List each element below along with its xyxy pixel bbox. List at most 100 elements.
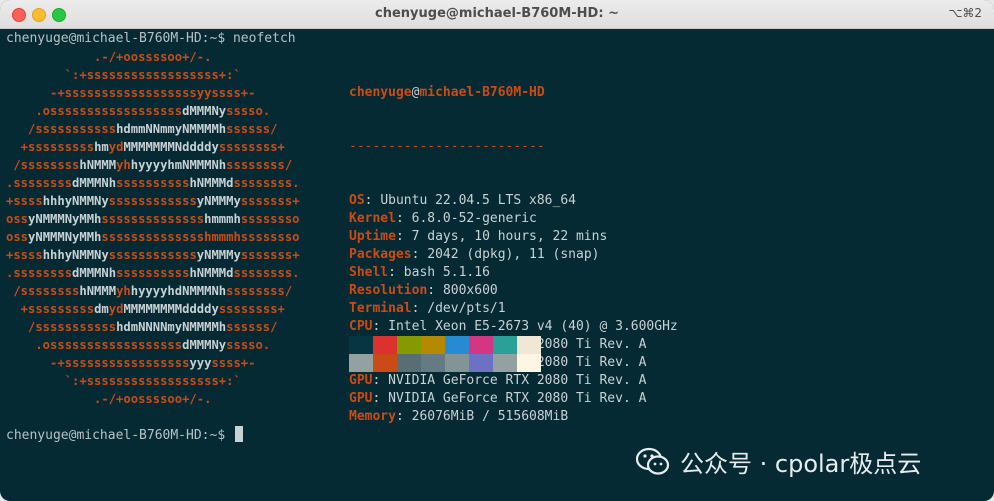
color-swatch [469,354,493,372]
info-row: Memory: 26076MiB / 515608MiB [349,408,678,426]
logo-segment: /sssssssssss [6,122,117,136]
logo-segment: /ssssssss [6,158,80,172]
logo-segment: +ssss [6,194,43,208]
logo-segment: +sssssssss [6,140,95,154]
wechat-icon [636,447,670,475]
logo-segment: ssssssssssss [108,194,197,208]
info-row: GPU: NVIDIA GeForce RTX 2080 Ti Rev. A [349,372,678,390]
terminal-active-line[interactable]: chenyuge@michael-B760M-HD:~$ [6,426,243,445]
logo-segment: sssssss+ [240,194,300,208]
logo-segment: -+sssssssssssssssss [6,356,190,370]
info-row: Terminal: /dev/pts/1 [349,300,678,318]
logo-segment: /sssssssssss [6,320,117,334]
logo-segment: ssssssss. [233,176,300,190]
system-info: chenyuge@michael-B760M-HD --------------… [349,48,678,462]
logo-segment: ssssssss+ [218,302,285,316]
color-swatch [421,354,445,372]
logo-segment: hdmNNNNmyNMMMMh [116,320,227,334]
logo-segment: ssssssss. [233,266,300,280]
logo-line: `:+ssssssssssssssssss+:` [6,66,300,84]
color-swatch [397,336,421,354]
logo-segment: ssssssss+ [218,140,285,154]
logo-segment: +sssssssss [6,302,95,316]
logo-segment: `:+ssssssssssssssssss+:` [6,374,241,388]
info-value: bash 5.1.16 [403,265,490,280]
color-swatch [493,354,517,372]
logo-segment: /ssssssss [6,284,80,298]
info-value: 800x600 [442,283,498,298]
logo-segment: yh [116,284,131,298]
logo-segment: dMMMNy [182,338,227,352]
logo-segment: oss [6,230,29,244]
logo-segment: yd [108,140,124,154]
logo-segment: ssssssssss [116,176,190,190]
info-key: Resolution [349,283,428,298]
logo-segment: hyyyyhdNMMMNh [130,284,227,298]
command-text: neofetch [232,31,296,46]
logo-segment: hNMMM [79,284,117,298]
title-bar: chenyuge@michael-B760M-HD: ~ ⌥⌘2 [0,0,994,29]
logo-segment: sssssss+ [240,248,300,262]
logo-segment: ssssssssss [116,266,190,280]
logo-segment: MMMMMMMMddddy [123,302,219,316]
info-colon: : [395,229,412,244]
color-palette [349,336,541,372]
info-colon: : [372,391,389,406]
logo-line: /sssssssshNMMMyhhyyyyhdNMMMNhssssssss/ [6,282,300,300]
logo-line: -+ssssssssssssssssssyyssss+- [6,84,300,102]
color-swatch [445,354,469,372]
logo-segment: dMMMNh [72,176,117,190]
logo-segment: ssssss/ [226,122,278,136]
logo-line: ossyNMMMNyMMhsssssssssssssshmmmhssssssso [6,210,300,228]
prompt: chenyuge@michael-B760M-HD:~$ [6,31,233,46]
ubuntu-ascii-logo: .-/+oossssoo+/-. `:+ssssssssssssssssss+:… [6,48,300,408]
logo-segment: .-/+oossssoo+/-. [6,50,212,64]
logo-line: `:+ssssssssssssssssss+:` [6,372,300,390]
info-user: chenyuge [349,85,412,100]
logo-segment: yNMMMNyMMh [28,212,102,226]
logo-segment: hNMMMd [189,266,234,280]
color-swatch [517,336,541,354]
logo-segment: ssssssssssssss [101,212,205,226]
info-colon: : [372,319,389,334]
info-key: Kernel [349,211,396,226]
logo-line: .ossssssssssssssssssdMMMNysssso. [6,336,300,354]
info-row: CPU: Intel Xeon E5-2673 v4 (40) @ 3.600G… [349,318,678,336]
info-value: 2042 (dpkg), 11 (snap) [427,247,600,262]
logo-segment: ssssssss/ [226,158,293,172]
logo-segment: -+ssssssssssssssssssyyssss+- [6,86,256,100]
color-swatch [373,354,397,372]
logo-segment: yyy [189,356,212,370]
info-key: Terminal [349,301,412,316]
info-value: 26076MiB / 515608MiB [411,409,569,424]
watermark-text: 公众号 · cpolar极点云 [680,450,922,478]
logo-segment: +ssss [6,248,43,262]
logo-segment: sssso. [226,104,271,118]
info-value: Intel Xeon E5-2673 v4 (40) @ 3.600GHz [388,319,678,334]
logo-line: +ssssssssshmydMMMMMMMNddddyssssssss+ [6,138,300,156]
info-key: Memory [349,409,396,424]
logo-segment: ssssss/ [226,320,278,334]
info-value: 7 days, 10 hours, 22 mins [411,229,608,244]
watermark: 公众号 · cpolar极点云 [636,444,921,479]
info-colon: : [411,301,428,316]
color-swatch [349,336,373,354]
logo-segment: hmmmh [204,212,241,226]
info-key: OS [349,193,365,208]
logo-line: ossyNMMMNyMMhsssssssssssssshmmmhssssssso [6,228,300,246]
logo-segment: yNMMMNyMMh [28,230,102,244]
info-separator: ------------------------- [349,139,545,154]
logo-line: +sssshhhyNMMNyssssssssssssyNMMMysssssss+ [6,246,300,264]
logo-segment: hm [94,140,109,154]
logo-segment: dMMMNh [72,266,117,280]
logo-segment: yNMMMy [196,194,241,208]
info-host: michael-B760M-HD [419,85,545,100]
logo-segment: ssss+- [211,356,256,370]
logo-segment: dm [94,302,109,316]
info-value: 6.8.0-52-generic [411,211,537,226]
info-colon: : [395,409,412,424]
info-value: NVIDIA GeForce RTX 2080 Ti Rev. A [388,391,647,406]
logo-line: /ssssssssssshdmmNNmmyNMMMMhssssss/ [6,120,300,138]
logo-segment: yd [108,302,124,316]
color-swatch [469,336,493,354]
